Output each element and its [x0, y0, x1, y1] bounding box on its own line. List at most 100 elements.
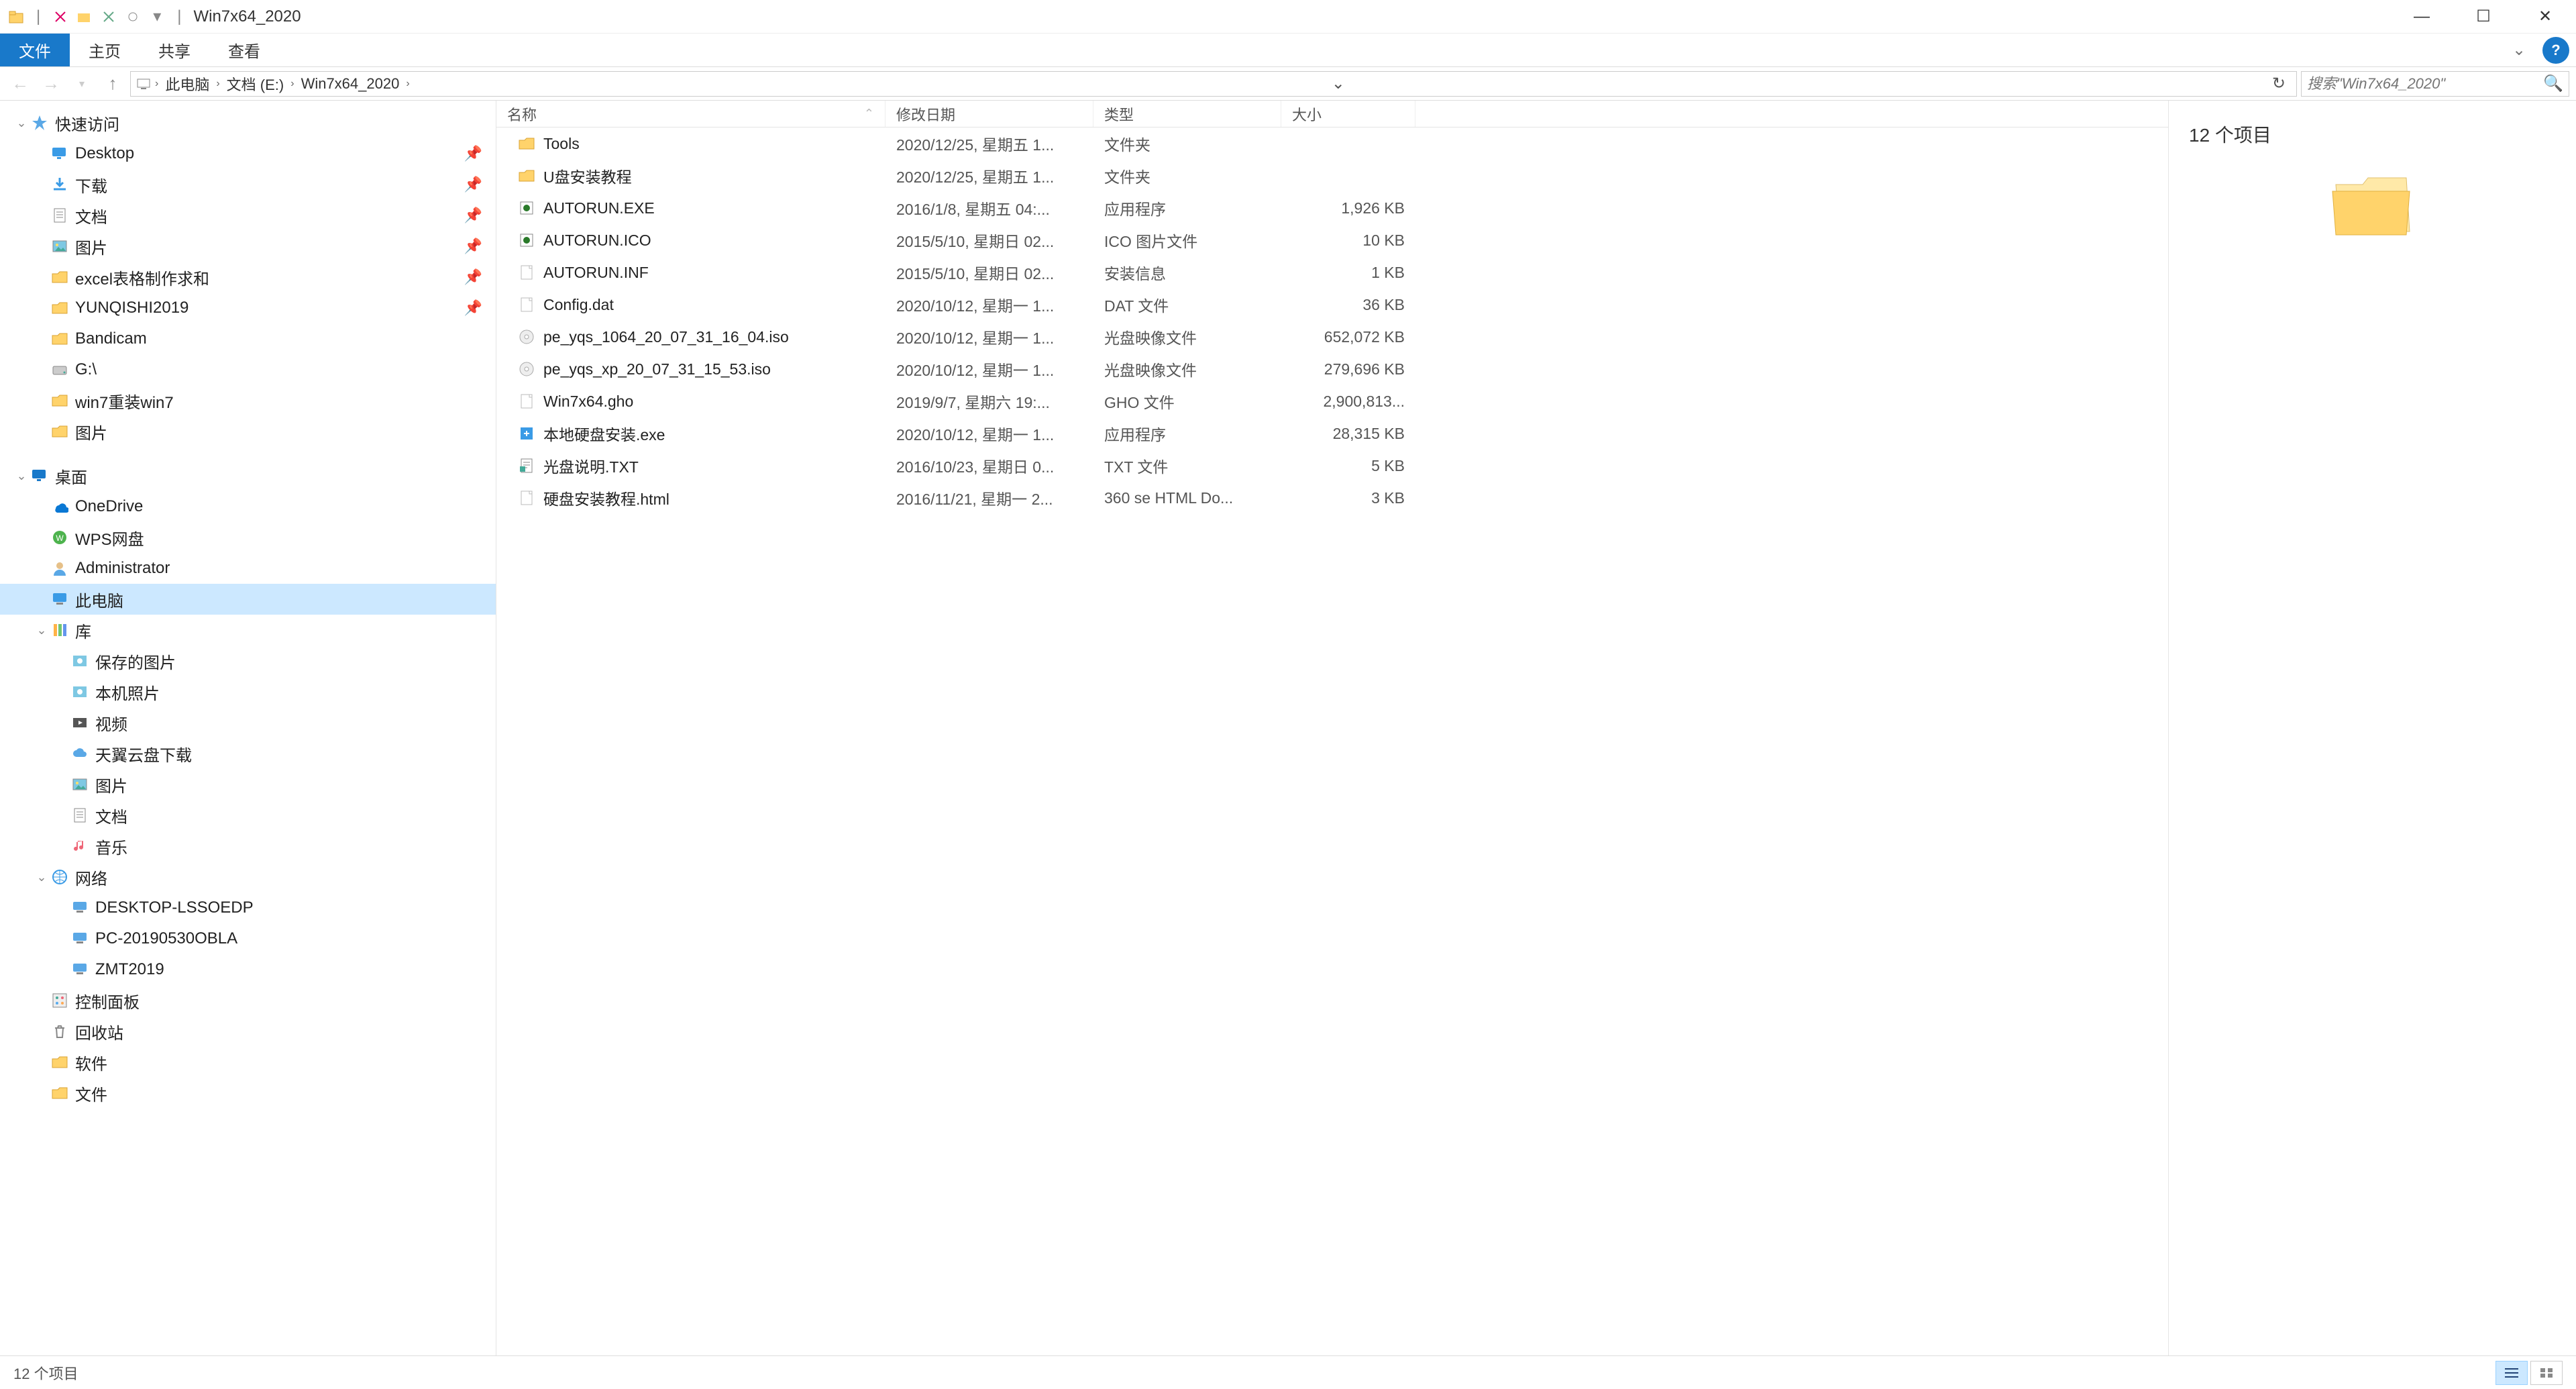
- tree-item[interactable]: Bandicam: [0, 323, 496, 354]
- chevron-right-icon[interactable]: ›: [290, 78, 294, 90]
- chevron-right-icon[interactable]: ›: [155, 78, 158, 90]
- back-button[interactable]: ←: [7, 70, 34, 97]
- qat-properties-icon[interactable]: [50, 6, 71, 28]
- tab-file[interactable]: 文件: [0, 34, 70, 66]
- tree-item[interactable]: OneDrive: [0, 491, 496, 522]
- tree-item[interactable]: ⌄库: [0, 615, 496, 646]
- file-row[interactable]: 本地硬盘安装.exe2020/10/12, 星期一 1...应用程序28,315…: [496, 417, 2168, 450]
- up-button[interactable]: ↑: [99, 70, 126, 97]
- tree-item-label: Bandicam: [75, 329, 489, 348]
- ico-icon: [517, 230, 537, 250]
- qat-dropdown-icon[interactable]: ▾: [146, 6, 168, 28]
- pin-icon: 📌: [464, 145, 489, 162]
- qat-settings-icon[interactable]: [122, 6, 144, 28]
- ribbon: 文件 主页 共享 查看 ⌄ ?: [0, 34, 2576, 67]
- tab-share[interactable]: 共享: [140, 34, 209, 66]
- file-row[interactable]: Config.dat2020/10/12, 星期一 1...DAT 文件36 K…: [496, 289, 2168, 321]
- tree-item[interactable]: 天翼云盘下载: [0, 738, 496, 769]
- address-dropdown-icon[interactable]: ⌄: [1326, 74, 1350, 93]
- file-row[interactable]: U盘安装教程2020/12/25, 星期五 1...文件夹: [496, 160, 2168, 192]
- navigation-tree[interactable]: ⌄快速访问Desktop📌下载📌文档📌图片📌excel表格制作求和📌YUNQIS…: [0, 101, 496, 1355]
- tree-item[interactable]: 此电脑: [0, 584, 496, 615]
- qat-close-icon[interactable]: [98, 6, 119, 28]
- tree-item[interactable]: 下载📌: [0, 169, 496, 200]
- file-row[interactable]: 光盘说明.TXT2016/10/23, 星期日 0...TXT 文件5 KB: [496, 450, 2168, 482]
- tree-item[interactable]: ⌄快速访问: [0, 107, 496, 138]
- file-row[interactable]: 硬盘安装教程.html2016/11/21, 星期一 2...360 se HT…: [496, 482, 2168, 514]
- file-row[interactable]: pe_yqs_1064_20_07_31_16_04.iso2020/10/12…: [496, 321, 2168, 353]
- file-row[interactable]: AUTORUN.ICO2015/5/10, 星期日 02...ICO 图片文件1…: [496, 224, 2168, 256]
- file-size: 1,926 KB: [1281, 199, 1415, 217]
- minimize-button[interactable]: —: [2391, 0, 2453, 34]
- expand-icon[interactable]: ⌄: [34, 870, 50, 884]
- column-name[interactable]: 名称⌃: [496, 101, 885, 127]
- tree-item[interactable]: 本机照片: [0, 676, 496, 707]
- forward-button[interactable]: →: [38, 70, 64, 97]
- tree-item[interactable]: DESKTOP-LSSOEDP: [0, 892, 496, 923]
- tree-item[interactable]: Administrator: [0, 553, 496, 584]
- tree-item[interactable]: 音乐: [0, 831, 496, 862]
- tree-item[interactable]: win7重装win7: [0, 385, 496, 416]
- tree-item[interactable]: WWPS网盘: [0, 522, 496, 553]
- chevron-right-icon[interactable]: ›: [406, 78, 409, 90]
- tab-view[interactable]: 查看: [209, 34, 279, 66]
- file-list[interactable]: 名称⌃ 修改日期 类型 大小 Tools2020/12/25, 星期五 1...…: [496, 101, 2168, 1355]
- chevron-right-icon[interactable]: ›: [216, 78, 219, 90]
- pc-icon: [136, 76, 151, 91]
- title-bar: | ▾ | Win7x64_2020 — ☐ ✕: [0, 0, 2576, 34]
- file-name: U盘安装教程: [543, 164, 632, 187]
- breadcrumb-item[interactable]: Win7x64_2020: [299, 75, 402, 93]
- expand-icon[interactable]: ⌄: [13, 116, 30, 130]
- close-button[interactable]: ✕: [2514, 0, 2576, 34]
- tree-item[interactable]: 图片: [0, 416, 496, 447]
- tree-item[interactable]: 视频: [0, 707, 496, 738]
- tree-item[interactable]: 软件: [0, 1047, 496, 1078]
- tree-item-label: 天翼云盘下载: [95, 742, 489, 766]
- tree-item[interactable]: ZMT2019: [0, 954, 496, 985]
- column-type[interactable]: 类型: [1093, 101, 1281, 127]
- tree-item[interactable]: 回收站: [0, 1016, 496, 1047]
- file-row[interactable]: pe_yqs_xp_20_07_31_15_53.iso2020/10/12, …: [496, 353, 2168, 385]
- tree-item[interactable]: ⌄网络: [0, 862, 496, 892]
- tree-item[interactable]: G:\: [0, 354, 496, 385]
- tree-item[interactable]: 保存的图片: [0, 646, 496, 676]
- file-row[interactable]: Tools2020/12/25, 星期五 1...文件夹: [496, 127, 2168, 160]
- tree-item[interactable]: 图片: [0, 769, 496, 800]
- tree-item[interactable]: excel表格制作求和📌: [0, 262, 496, 293]
- tree-item[interactable]: 文档📌: [0, 200, 496, 231]
- expand-icon[interactable]: ⌄: [13, 469, 30, 483]
- history-dropdown-icon[interactable]: ▾: [68, 70, 95, 97]
- tree-item[interactable]: Desktop📌: [0, 138, 496, 169]
- qat-new-folder-icon[interactable]: [74, 6, 95, 28]
- tree-item[interactable]: 控制面板: [0, 985, 496, 1016]
- tree-item[interactable]: YUNQISHI2019📌: [0, 293, 496, 323]
- breadcrumb-item[interactable]: 此电脑: [162, 73, 212, 95]
- column-size[interactable]: 大小: [1281, 101, 1415, 127]
- cloud-icon: [70, 743, 90, 764]
- tree-item[interactable]: PC-20190530OBLA: [0, 923, 496, 954]
- tree-item[interactable]: 文档: [0, 800, 496, 831]
- help-button[interactable]: ?: [2542, 37, 2569, 64]
- view-icons-button[interactable]: [2530, 1361, 2563, 1385]
- expand-icon[interactable]: ⌄: [34, 623, 50, 637]
- view-details-button[interactable]: [2496, 1361, 2528, 1385]
- tree-item[interactable]: ⌄桌面: [0, 460, 496, 491]
- tree-item[interactable]: 文件: [0, 1078, 496, 1109]
- file-size: 10 KB: [1281, 232, 1415, 250]
- file-row[interactable]: AUTORUN.EXE2016/1/8, 星期五 04:...应用程序1,926…: [496, 192, 2168, 224]
- breadcrumb-item[interactable]: 文档 (E:): [224, 73, 287, 95]
- maximize-button[interactable]: ☐: [2453, 0, 2514, 34]
- file-row[interactable]: Win7x64.gho2019/9/7, 星期六 19:...GHO 文件2,9…: [496, 385, 2168, 417]
- refresh-button[interactable]: ↻: [2267, 74, 2291, 93]
- ribbon-collapse-icon[interactable]: ⌄: [2502, 34, 2536, 66]
- file-date: 2016/10/23, 星期日 0...: [885, 454, 1093, 477]
- file-row[interactable]: AUTORUN.INF2015/5/10, 星期日 02...安装信息1 KB: [496, 256, 2168, 289]
- search-icon[interactable]: 🔍: [2543, 74, 2563, 93]
- search-input[interactable]: [2307, 75, 2543, 93]
- tree-item[interactable]: 图片📌: [0, 231, 496, 262]
- tab-home[interactable]: 主页: [70, 34, 140, 66]
- column-date[interactable]: 修改日期: [885, 101, 1093, 127]
- search-box[interactable]: 🔍: [2301, 71, 2569, 97]
- address-bar[interactable]: › 此电脑 › 文档 (E:) › Win7x64_2020 › ⌄ ↻: [130, 71, 2297, 97]
- file-size: 28,315 KB: [1281, 425, 1415, 443]
